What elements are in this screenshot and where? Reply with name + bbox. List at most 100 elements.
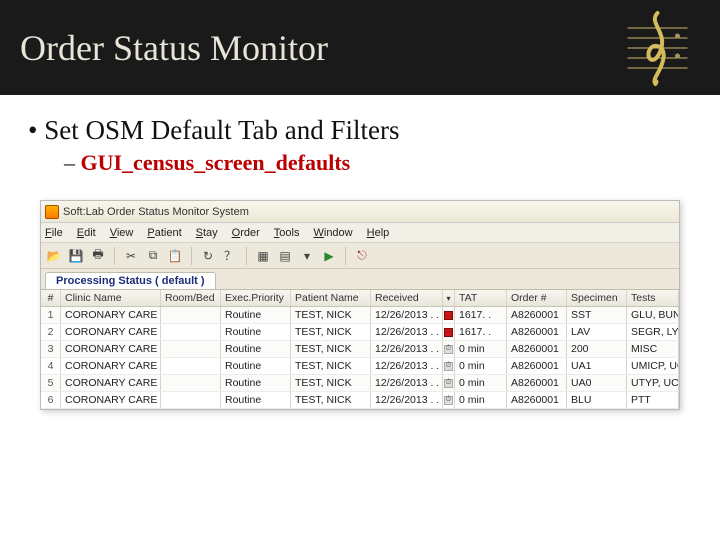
cell-flag bbox=[443, 307, 455, 323]
menu-edit[interactable]: Edit bbox=[77, 227, 96, 239]
cell-num: 3 bbox=[41, 341, 61, 357]
app-icon bbox=[45, 205, 59, 219]
menu-view[interactable]: View bbox=[110, 227, 134, 239]
run-icon[interactable]: ▶ bbox=[320, 247, 338, 265]
cell-clinic: CORONARY CARE bbox=[61, 341, 161, 357]
col-flag[interactable]: ▾ bbox=[443, 290, 455, 306]
cell-flag: ⏱ bbox=[443, 375, 455, 391]
cell-clinic: CORONARY CARE bbox=[61, 375, 161, 391]
col-specimen[interactable]: Specimen bbox=[567, 290, 627, 306]
cell-specimen: UA1 bbox=[567, 358, 627, 374]
window-titlebar: Soft:Lab Order Status Monitor System bbox=[41, 201, 679, 223]
table-row[interactable]: 6CORONARY CARERoutineTEST, NICK12/26/201… bbox=[41, 392, 679, 409]
cell-priority: Routine bbox=[221, 375, 291, 391]
window-title: Soft:Lab Order Status Monitor System bbox=[63, 206, 249, 218]
menu-bar: File Edit View Patient Stay Order Tools … bbox=[41, 223, 679, 243]
col-num[interactable]: # bbox=[41, 290, 61, 306]
torn-paper-edge bbox=[12, 430, 708, 448]
cell-flag: ⏱ bbox=[443, 341, 455, 357]
results-grid: # Clinic Name Room/Bed Exec.Priority Pat… bbox=[41, 289, 679, 409]
cell-num: 5 bbox=[41, 375, 61, 391]
col-priority[interactable]: Exec.Priority bbox=[221, 290, 291, 306]
cell-priority: Routine bbox=[221, 307, 291, 323]
cell-order: A8260001 bbox=[507, 341, 567, 357]
cell-patient: TEST, NICK bbox=[291, 392, 371, 408]
tat-ok-icon: ⏱ bbox=[444, 345, 453, 354]
cell-patient: TEST, NICK bbox=[291, 358, 371, 374]
menu-stay[interactable]: Stay bbox=[196, 227, 218, 239]
cell-order: A8260001 bbox=[507, 392, 567, 408]
refresh-icon[interactable]: ↻ bbox=[199, 247, 217, 265]
col-room[interactable]: Room/Bed bbox=[161, 290, 221, 306]
toolbar: 📂 💾 🖶 ✂ ⧉ 📋 ↻ ？ ▦ ▤ ▾ ▶ ⎋ bbox=[41, 243, 679, 269]
cell-tat: 1617. . bbox=[455, 307, 507, 323]
cell-specimen: LAV bbox=[567, 324, 627, 340]
cell-room bbox=[161, 341, 221, 357]
table-row[interactable]: 3CORONARY CARERoutineTEST, NICK12/26/201… bbox=[41, 341, 679, 358]
cell-priority: Routine bbox=[221, 392, 291, 408]
tab-strip: Processing Status ( default ) bbox=[41, 269, 679, 289]
cell-order: A8260001 bbox=[507, 324, 567, 340]
menu-file[interactable]: File bbox=[45, 227, 63, 239]
menu-window[interactable]: Window bbox=[313, 227, 352, 239]
cell-tat: 0 min bbox=[455, 392, 507, 408]
cut-icon[interactable]: ✂ bbox=[122, 247, 140, 265]
tat-ok-icon: ⏱ bbox=[444, 379, 453, 388]
cell-num: 2 bbox=[41, 324, 61, 340]
open-icon[interactable]: 📂 bbox=[45, 247, 63, 265]
cell-flag: ⏱ bbox=[443, 358, 455, 374]
cell-clinic: CORONARY CARE bbox=[61, 307, 161, 323]
col-tat[interactable]: TAT bbox=[455, 290, 507, 306]
cell-patient: TEST, NICK bbox=[291, 324, 371, 340]
cell-received: 12/26/2013 . . bbox=[371, 341, 443, 357]
copy-icon[interactable]: ⧉ bbox=[144, 247, 162, 265]
col-patient[interactable]: Patient Name bbox=[291, 290, 371, 306]
cell-room bbox=[161, 375, 221, 391]
col-order[interactable]: Order # bbox=[507, 290, 567, 306]
cell-flag bbox=[443, 324, 455, 340]
grid-header: # Clinic Name Room/Bed Exec.Priority Pat… bbox=[41, 290, 679, 307]
treble-clef-icon bbox=[620, 8, 695, 88]
table-row[interactable]: 2CORONARY CARERoutineTEST, NICK12/26/201… bbox=[41, 324, 679, 341]
bullet-main: Set OSM Default Tab and Filters bbox=[28, 115, 692, 146]
filter-icon[interactable]: ▾ bbox=[298, 247, 316, 265]
cell-order: A8260001 bbox=[507, 375, 567, 391]
tat-ok-icon: ⏱ bbox=[444, 396, 453, 405]
table-row[interactable]: 4CORONARY CARERoutineTEST, NICK12/26/201… bbox=[41, 358, 679, 375]
table-row[interactable]: 5CORONARY CARERoutineTEST, NICK12/26/201… bbox=[41, 375, 679, 392]
cell-specimen: UA0 bbox=[567, 375, 627, 391]
col-tests[interactable]: Tests bbox=[627, 290, 679, 306]
app-window: Soft:Lab Order Status Monitor System Fil… bbox=[40, 200, 680, 410]
exit-icon[interactable]: ⎋ bbox=[353, 247, 371, 265]
grid-icon[interactable]: ▦ bbox=[254, 247, 272, 265]
bullet-sub: GUI_census_screen_defaults bbox=[28, 150, 692, 176]
cell-specimen: BLU bbox=[567, 392, 627, 408]
menu-help[interactable]: Help bbox=[367, 227, 390, 239]
cell-tests: SEGR, LYMPR, M... bbox=[627, 324, 679, 340]
help-icon[interactable]: ？ bbox=[221, 247, 239, 265]
menu-tools[interactable]: Tools bbox=[274, 227, 300, 239]
col-clinic[interactable]: Clinic Name bbox=[61, 290, 161, 306]
cell-patient: TEST, NICK bbox=[291, 375, 371, 391]
menu-patient[interactable]: Patient bbox=[147, 227, 181, 239]
cell-clinic: CORONARY CARE bbox=[61, 358, 161, 374]
save-icon[interactable]: 💾 bbox=[67, 247, 85, 265]
cell-order: A8260001 bbox=[507, 307, 567, 323]
cell-room bbox=[161, 392, 221, 408]
cell-tests: GLU, BUN, CREA... bbox=[627, 307, 679, 323]
tab-processing-status[interactable]: Processing Status ( default ) bbox=[45, 272, 216, 289]
paste-icon[interactable]: 📋 bbox=[166, 247, 184, 265]
cell-specimen: 200 bbox=[567, 341, 627, 357]
cell-specimen: SST bbox=[567, 307, 627, 323]
menu-order[interactable]: Order bbox=[232, 227, 260, 239]
cell-tests: MISC bbox=[627, 341, 679, 357]
table-row[interactable]: 1CORONARY CARERoutineTEST, NICK12/26/201… bbox=[41, 307, 679, 324]
cell-num: 6 bbox=[41, 392, 61, 408]
slide-header: Order Status Monitor bbox=[0, 0, 720, 95]
cell-num: 4 bbox=[41, 358, 61, 374]
cell-priority: Routine bbox=[221, 341, 291, 357]
col-received[interactable]: Received bbox=[371, 290, 443, 306]
cell-num: 1 bbox=[41, 307, 61, 323]
chart-icon[interactable]: ▤ bbox=[276, 247, 294, 265]
print-icon[interactable]: 🖶 bbox=[89, 247, 107, 265]
